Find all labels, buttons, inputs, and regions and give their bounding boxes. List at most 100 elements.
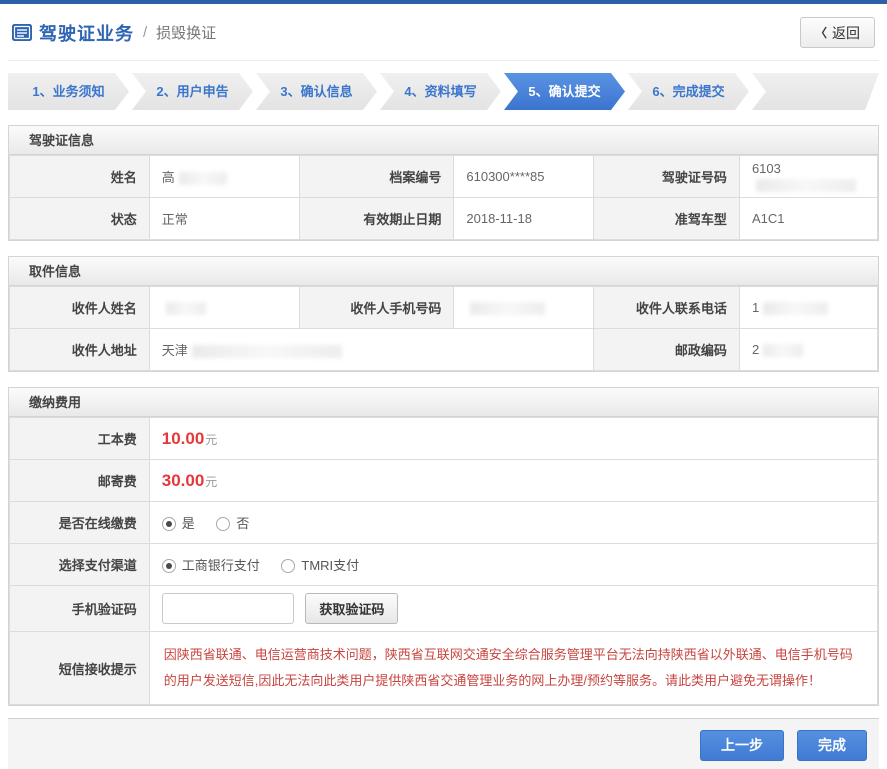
footer-action-bar: 上一步 完成 — [8, 718, 879, 769]
pickup-info-section-title: 取件信息 — [9, 257, 878, 286]
table-row: 短信接收提示 因陕西省联通、电信运营商技术问题，陕西省互联网交通安全综合服务管理… — [9, 631, 879, 705]
name-label: 姓名 — [9, 155, 150, 198]
table-row: 选择支付渠道 工商银行支付 TMRI支付 — [9, 543, 879, 586]
license-no-value-cell: 6103 — [738, 155, 879, 198]
production-fee-label: 工本费 — [9, 417, 150, 460]
postal-code-label: 邮政编码 — [593, 328, 740, 371]
license-no-value: 6103 — [751, 161, 781, 177]
recipient-address-label: 收件人地址 — [9, 328, 150, 371]
prev-step-button[interactable]: 上一步 — [700, 729, 784, 761]
expiry-label: 有效期止日期 — [298, 197, 455, 240]
recipient-name-label: 收件人姓名 — [9, 286, 150, 329]
table-row: 手机验证码 获取验证码 — [9, 585, 879, 632]
step-3-confirm-info[interactable]: 3、确认信息 — [256, 73, 377, 110]
payment-section-title: 缴纳费用 — [9, 388, 878, 417]
step-4-fill-data[interactable]: 4、资料填写 — [380, 73, 501, 110]
step-5-confirm-submit[interactable]: 5、确认提交 — [504, 73, 625, 110]
radio-channel-icbc-label[interactable]: 工商银行支付 — [182, 558, 260, 573]
mailing-fee-label: 邮寄费 — [9, 459, 150, 502]
payment-channel-options: 工商银行支付 TMRI支付 — [148, 543, 879, 586]
redacted-value — [763, 344, 804, 358]
radio-online-no[interactable] — [216, 517, 231, 531]
back-button-label: 返回 — [832, 24, 860, 41]
page-header: 驾驶证业务 / 损毁换证 〈 返回 — [8, 4, 879, 61]
sms-code-cell: 获取验证码 — [148, 585, 879, 632]
online-payment-label: 是否在线缴费 — [9, 501, 150, 544]
redacted-value — [470, 302, 546, 316]
sms-code-label: 手机验证码 — [9, 585, 150, 632]
name-value-cell: 高 — [148, 155, 300, 198]
radio-online-yes-label[interactable]: 是 — [182, 516, 195, 531]
page-container: 驾驶证业务 / 损毁换证 〈 返回 1、业务须知 2、用户申告 3、确认信息 4… — [0, 4, 887, 769]
postal-code-value-cell: 2 — [738, 328, 879, 371]
status-label: 状态 — [9, 197, 150, 240]
vehicle-class-value: A1C1 — [738, 197, 879, 240]
pickup-info-table: 收件人姓名 收件人手机号码 收件人联系电话 1 收件人地址 天津 邮政编码 2 — [9, 286, 879, 371]
table-row: 是否在线缴费 是 否 — [9, 501, 879, 544]
breadcrumb: 驾驶证业务 / 损毁换证 — [12, 20, 216, 46]
online-payment-options: 是 否 — [148, 501, 879, 544]
table-row: 收件人姓名 收件人手机号码 收件人联系电话 1 — [9, 286, 879, 329]
radio-online-yes[interactable] — [161, 517, 176, 531]
mailing-fee-value-cell: 30.00元 — [148, 459, 879, 502]
sms-notice-text: 因陕西省联通、电信运营商技术问题，陕西省互联网交通安全综合服务管理平台无法向持陕… — [148, 631, 879, 705]
table-row: 邮寄费 30.00元 — [9, 459, 879, 502]
radio-channel-icbc[interactable] — [161, 559, 176, 573]
payment-table: 工本费 10.00元 邮寄费 30.00元 是否在线缴费 是 否 选择支付渠道 — [9, 417, 879, 705]
radio-channel-tmri[interactable] — [281, 559, 296, 573]
vehicle-class-label: 准驾车型 — [593, 197, 740, 240]
get-code-button[interactable]: 获取验证码 — [305, 593, 399, 624]
currency-unit: 元 — [205, 432, 218, 447]
redacted-value — [763, 302, 829, 316]
license-list-icon — [12, 24, 32, 41]
breadcrumb-separator: / — [143, 24, 148, 41]
step-6-complete-submit[interactable]: 6、完成提交 — [628, 73, 749, 110]
payment-channel-label: 选择支付渠道 — [9, 543, 150, 586]
recipient-phone-value: 1 — [751, 299, 760, 315]
name-value: 高 — [161, 170, 175, 185]
redacted-value — [755, 178, 856, 192]
table-row: 姓名 高 档案编号 610300****85 驾驶证号码 6103 — [9, 155, 879, 198]
redacted-value — [191, 345, 342, 359]
sms-code-input[interactable] — [161, 593, 294, 624]
steps-filler — [752, 73, 879, 110]
page-title: 驾驶证业务 — [39, 23, 134, 44]
expiry-value: 2018-11-18 — [453, 197, 595, 240]
step-2-user-declaration[interactable]: 2、用户申告 — [132, 73, 253, 110]
radio-channel-tmri-label[interactable]: TMRI支付 — [301, 558, 359, 573]
recipient-mobile-value-cell — [453, 286, 595, 329]
back-button[interactable]: 〈 返回 — [799, 17, 875, 48]
recipient-mobile-label: 收件人手机号码 — [298, 286, 455, 329]
finish-button[interactable]: 完成 — [797, 729, 867, 761]
recipient-phone-value-cell: 1 — [738, 286, 879, 329]
wizard-steps: 1、业务须知 2、用户申告 3、确认信息 4、资料填写 5、确认提交 6、完成提… — [8, 73, 879, 110]
recipient-address-value-cell: 天津 — [148, 328, 595, 371]
radio-online-no-label[interactable]: 否 — [236, 516, 249, 531]
pickup-info-section: 取件信息 收件人姓名 收件人手机号码 收件人联系电话 1 收件人地址 天津 邮政… — [8, 256, 879, 372]
chevron-left-icon: 〈 — [814, 26, 827, 40]
mailing-fee-value: 30.00 — [161, 470, 205, 490]
sms-notice-label: 短信接收提示 — [9, 631, 150, 705]
file-no-label: 档案编号 — [298, 155, 455, 198]
production-fee-value: 10.00 — [161, 428, 205, 448]
recipient-name-value-cell — [148, 286, 300, 329]
table-row: 状态 正常 有效期止日期 2018-11-18 准驾车型 A1C1 — [9, 197, 879, 240]
breadcrumb-current: 损毁换证 — [156, 25, 217, 42]
table-row: 收件人地址 天津 邮政编码 2 — [9, 328, 879, 371]
redacted-value — [165, 302, 206, 316]
production-fee-value-cell: 10.00元 — [148, 417, 879, 460]
currency-unit: 元 — [205, 474, 218, 489]
license-info-table: 姓名 高 档案编号 610300****85 驾驶证号码 6103 状态 正常 … — [9, 155, 879, 240]
payment-section: 缴纳费用 工本费 10.00元 邮寄费 30.00元 是否在线缴费 是 否 选择… — [8, 387, 879, 706]
license-info-section: 驾驶证信息 姓名 高 档案编号 610300****85 驾驶证号码 6103 … — [8, 125, 879, 241]
recipient-address-value: 天津 — [161, 343, 188, 358]
license-no-label: 驾驶证号码 — [593, 155, 740, 198]
redacted-value — [178, 172, 227, 186]
postal-code-value: 2 — [751, 341, 760, 357]
status-value: 正常 — [148, 197, 300, 240]
file-no-value: 610300****85 — [453, 155, 595, 198]
table-row: 工本费 10.00元 — [9, 417, 879, 460]
license-info-section-title: 驾驶证信息 — [9, 126, 878, 155]
step-1-business-notice[interactable]: 1、业务须知 — [8, 73, 129, 110]
recipient-phone-label: 收件人联系电话 — [593, 286, 740, 329]
